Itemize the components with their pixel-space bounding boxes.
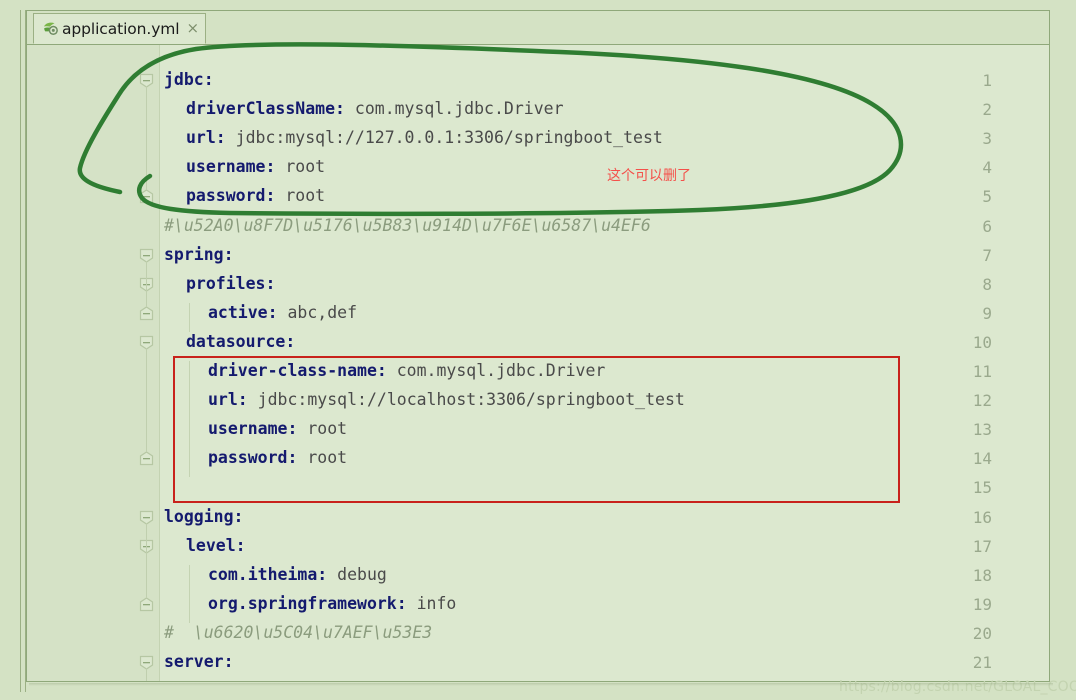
code-key: jdbc: <box>164 70 214 89</box>
code-value: jdbc:mysql://127.0.0.1:3306/springboot_t… <box>225 128 663 148</box>
code-value: info <box>406 593 457 613</box>
code-line[interactable]: spring: <box>164 245 234 265</box>
watermark-text: https://blog.csdn.net/GLOAL_COOK <box>839 679 1076 695</box>
code-line[interactable]: active: abc,def <box>208 303 357 323</box>
code-key: org.springframework: <box>208 593 407 613</box>
code-comment: # \u6620\u5C04\u7AEF\u53E3 <box>164 622 433 642</box>
code-key: spring: <box>164 244 234 264</box>
code-value: jdbc:mysql://localhost:3306/springboot_t… <box>247 390 685 410</box>
code-line[interactable]: username: root <box>208 419 347 439</box>
code-key: password: <box>186 186 276 206</box>
code-key: driverClassName: <box>186 99 345 119</box>
code-key: profiles: <box>186 273 276 293</box>
code-key: url: <box>186 128 226 148</box>
code-line[interactable]: datasource: <box>186 332 295 352</box>
editor-tab-label: application.yml <box>62 19 180 38</box>
code-line[interactable]: username: root <box>186 157 325 177</box>
code-line[interactable]: profiles: <box>186 274 275 294</box>
red-annotation-text: 这个可以删了 <box>607 168 691 184</box>
editor-gutter[interactable] <box>27 45 160 681</box>
editor-tab-application-yml[interactable]: application.yml × <box>33 13 207 44</box>
editor-tab-strip: application.yml × <box>27 11 1049 45</box>
fold-connector-line <box>146 347 147 453</box>
indent-guide <box>189 564 190 623</box>
code-value: debug <box>327 564 387 584</box>
code-line[interactable]: jdbc: <box>164 70 214 90</box>
code-line[interactable]: password: root <box>186 186 325 206</box>
tool-window-rail-outer <box>20 10 21 692</box>
code-key: level: <box>186 535 246 555</box>
code-key: active: <box>208 302 278 322</box>
code-value: com.mysql.jdbc.Driver <box>344 99 564 119</box>
code-line[interactable]: logging: <box>164 507 243 527</box>
code-line[interactable]: server: <box>164 652 234 672</box>
code-line[interactable]: # \u6620\u5C04\u7AEF\u53E3 <box>164 623 432 643</box>
code-value: root <box>297 448 348 468</box>
indent-guide <box>189 361 190 478</box>
code-key: url: <box>208 390 248 410</box>
code-line[interactable]: driver-class-name: com.mysql.jdbc.Driver <box>208 361 605 381</box>
code-line[interactable]: url: jdbc:mysql://127.0.0.1:3306/springb… <box>186 128 663 148</box>
code-line[interactable]: url: jdbc:mysql://localhost:3306/springb… <box>208 390 685 410</box>
indent-guide <box>189 302 190 332</box>
fold-end-icon[interactable] <box>139 451 154 466</box>
fold-connector-line <box>146 86 147 191</box>
code-key: password: <box>208 448 298 468</box>
fold-end-icon[interactable] <box>139 189 154 204</box>
code-value: com.mysql.jdbc.Driver <box>386 361 606 380</box>
fold-connector-line <box>146 551 147 598</box>
code-value: root <box>275 186 326 206</box>
code-key: username: <box>186 157 276 177</box>
code-line[interactable]: org.springframework: info <box>208 594 456 614</box>
code-line[interactable]: password: root <box>208 448 347 468</box>
code-line[interactable]: driverClassName: com.mysql.jdbc.Driver <box>186 99 564 119</box>
fold-connector-line <box>146 668 147 681</box>
fold-connector-line <box>146 289 147 307</box>
close-icon[interactable]: × <box>187 21 200 36</box>
code-comment: #\u52A0\u8F7D\u5176\u5B83\u914D\u7F6E\u6… <box>164 215 651 235</box>
code-key: com.itheima: <box>208 564 328 584</box>
code-value: root <box>275 157 326 177</box>
fold-end-icon[interactable] <box>139 306 154 321</box>
fold-end-icon[interactable] <box>139 597 154 612</box>
code-line[interactable]: level: <box>186 536 246 556</box>
code-key: datasource: <box>186 331 296 351</box>
code-line[interactable]: #\u52A0\u8F7D\u5176\u5B83\u914D\u7F6E\u6… <box>164 216 651 236</box>
code-key: username: <box>208 419 298 439</box>
code-key: logging: <box>164 506 244 526</box>
ide-window: application.yml × 1 2 3 4 5 6 7 8 9 10 11 12 13 14 15 1… <box>0 0 1076 700</box>
code-line[interactable]: com.itheima: debug <box>208 565 387 585</box>
code-key: driver-class-name: <box>208 361 387 380</box>
editor-body[interactable]: 12345678910111213141516171819202122 jdbc… <box>27 45 1049 681</box>
code-key: server: <box>164 652 234 671</box>
editor-panel: application.yml × 1 2 3 4 5 6 7 8 9 10 11 12 13 14 15 1… <box>26 10 1076 695</box>
code-value: root <box>297 419 348 439</box>
code-value: abc,def <box>277 302 358 322</box>
code-text-area[interactable]: jdbc: driverClassName: com.mysql.jdbc.Dri… <box>160 45 1049 681</box>
spring-boot-yaml-icon <box>42 20 59 37</box>
